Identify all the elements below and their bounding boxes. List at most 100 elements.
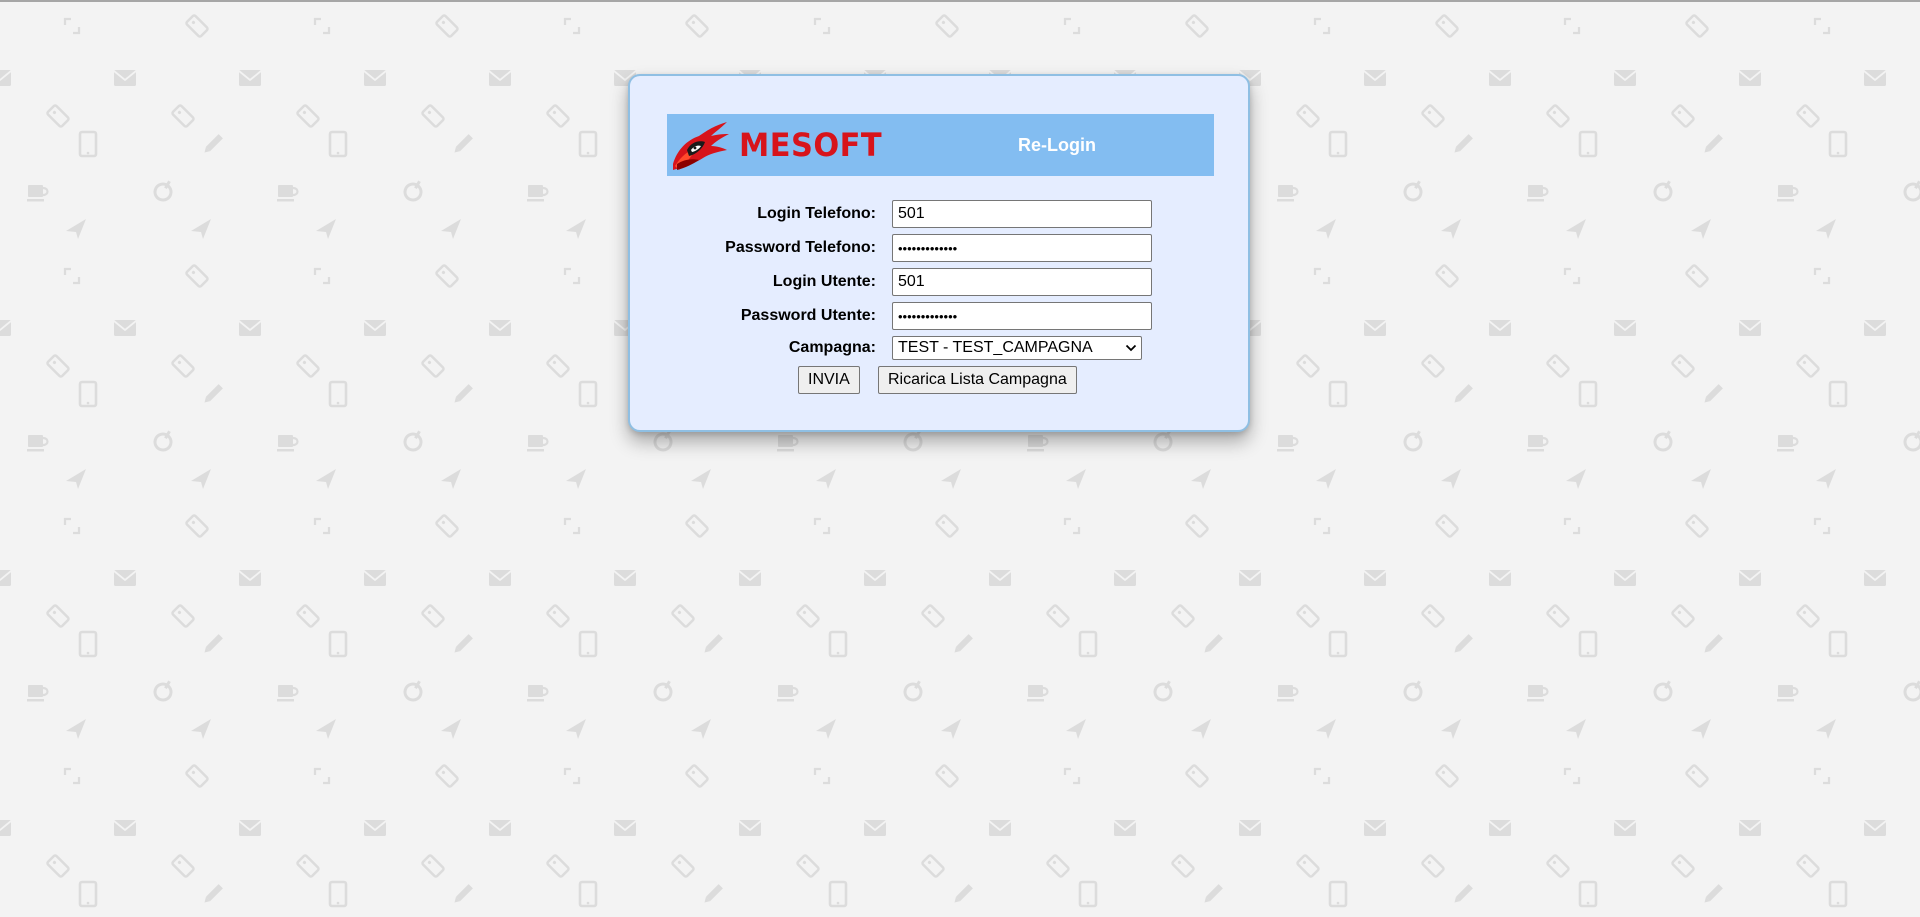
coffee-icon <box>1527 685 1549 702</box>
campagna-select[interactable]: TEST - TEST_CAMPAGNA <box>892 336 1142 360</box>
password-utente-input[interactable] <box>892 302 1152 330</box>
expand-icon <box>63 17 81 35</box>
expand-icon <box>1563 267 1581 285</box>
expand-icon <box>563 517 581 535</box>
tablet-icon <box>1328 380 1348 408</box>
expand-icon <box>1813 267 1831 285</box>
mail-icon <box>1863 70 1887 86</box>
tag-icon <box>1546 854 1570 878</box>
expand-icon <box>1813 17 1831 35</box>
tag-icon <box>435 764 459 788</box>
mail-icon <box>238 570 262 586</box>
coffee-icon <box>1527 435 1549 452</box>
coffee-icon <box>777 685 799 702</box>
pencil-icon <box>1454 384 1473 403</box>
tablet-icon <box>1828 380 1848 408</box>
chevron-down-icon <box>1125 344 1137 352</box>
at-sign-icon <box>153 180 173 202</box>
expand-icon <box>1313 517 1331 535</box>
expand-icon <box>313 17 331 35</box>
expand-icon <box>1563 517 1581 535</box>
mail-icon <box>1738 820 1762 836</box>
send-icon <box>316 469 336 489</box>
page-title: Re-Login <box>1018 135 1096 155</box>
password-utente-label: Password Utente: <box>740 307 876 324</box>
send-icon <box>1066 719 1086 739</box>
tablet-icon <box>328 380 348 408</box>
pencil-icon <box>1204 884 1223 903</box>
login-telefono-input[interactable] <box>892 200 1152 228</box>
reload-campaign-list-button[interactable]: Ricarica Lista Campagna <box>878 366 1077 394</box>
login-utente-input[interactable] <box>892 268 1152 296</box>
mail-icon <box>0 320 12 336</box>
tablet-icon <box>1078 630 1098 658</box>
coffee-icon <box>277 185 299 202</box>
mesoft-logo: MESOFT <box>669 120 883 172</box>
expand-icon <box>1563 17 1581 35</box>
tablet-icon <box>78 130 98 158</box>
tag-icon <box>421 604 445 628</box>
campagna-selected-value: TEST - TEST_CAMPAGNA <box>898 339 1093 356</box>
expand-icon <box>1313 267 1331 285</box>
tablet-icon <box>1828 880 1848 908</box>
tablet-icon <box>1828 130 1848 158</box>
pencil-icon <box>704 884 723 903</box>
phoenix-logo-icon <box>673 122 729 170</box>
coffee-icon <box>527 435 549 452</box>
mail-icon <box>1863 820 1887 836</box>
send-icon <box>1316 469 1336 489</box>
invia-button[interactable]: INVIA <box>798 366 860 394</box>
mail-icon <box>0 570 12 586</box>
send-icon <box>566 469 586 489</box>
at-sign-icon <box>403 680 423 702</box>
pencil-icon <box>204 884 223 903</box>
mail-icon <box>1238 570 1262 586</box>
mail-icon <box>738 820 762 836</box>
relogin-panel: MESOFT Re-Login Login Telefono: Password… <box>628 74 1250 432</box>
tag-icon <box>171 104 195 128</box>
at-sign-icon <box>153 680 173 702</box>
mail-icon <box>1613 320 1637 336</box>
at-sign-icon <box>903 430 923 452</box>
tag-icon <box>185 514 209 538</box>
send-icon <box>941 469 961 489</box>
pencil-icon <box>954 884 973 903</box>
logo-wordmark: MESOFT <box>739 126 883 164</box>
expand-icon <box>1063 517 1081 535</box>
tag-icon <box>1671 604 1695 628</box>
at-sign-icon <box>653 430 673 452</box>
send-icon <box>1816 469 1836 489</box>
tag-icon <box>1685 264 1709 288</box>
tag-icon <box>546 604 570 628</box>
pencil-icon <box>1454 884 1473 903</box>
send-icon <box>66 719 86 739</box>
at-sign-icon <box>1903 180 1920 202</box>
tag-icon <box>1435 514 1459 538</box>
mail-icon <box>1738 320 1762 336</box>
tag-icon <box>185 264 209 288</box>
send-icon <box>566 719 586 739</box>
expand-icon <box>813 17 831 35</box>
mail-icon <box>0 70 12 86</box>
tag-icon <box>171 854 195 878</box>
tablet-icon <box>1328 130 1348 158</box>
send-icon <box>941 719 961 739</box>
expand-icon <box>63 267 81 285</box>
mail-icon <box>113 70 137 86</box>
send-icon <box>1316 219 1336 239</box>
tag-icon <box>1296 104 1320 128</box>
coffee-icon <box>27 685 49 702</box>
send-icon <box>1441 469 1461 489</box>
at-sign-icon <box>403 180 423 202</box>
mail-icon <box>488 70 512 86</box>
mail-icon <box>863 570 887 586</box>
tag-icon <box>921 854 945 878</box>
at-sign-icon <box>1653 430 1673 452</box>
send-icon <box>1691 469 1711 489</box>
expand-icon <box>1063 17 1081 35</box>
password-telefono-input[interactable] <box>892 234 1152 262</box>
tag-icon <box>421 854 445 878</box>
send-icon <box>1816 219 1836 239</box>
tablet-icon <box>1328 630 1348 658</box>
at-sign-icon <box>653 680 673 702</box>
